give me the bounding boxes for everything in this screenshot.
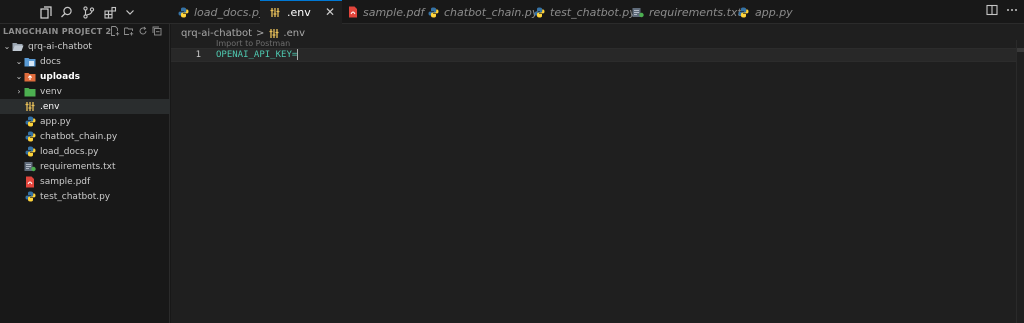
tab-label: requirements.txt	[649, 5, 742, 19]
tree-label: requirements.txt	[40, 161, 116, 172]
python-icon	[24, 146, 36, 158]
python-icon	[24, 191, 36, 203]
close-icon[interactable]: ✕	[324, 6, 336, 18]
tree-file-requirements[interactable]: requirements.txt	[0, 159, 170, 174]
tab-sample-pdf[interactable]: sample.pdf	[342, 0, 424, 24]
editor-pane[interactable]: qrq-ai-chatbot > .env Import to Postman …	[171, 24, 1024, 323]
tab-app[interactable]: app.py	[734, 0, 794, 24]
pdf-icon	[24, 176, 36, 188]
vertical-scrollbar[interactable]	[1016, 40, 1024, 323]
code-line[interactable]: 1 OPENAI_API_KEY=	[171, 48, 1016, 62]
tree-label: chatbot_chain.py	[40, 131, 118, 142]
tree-label: load_docs.py	[40, 146, 99, 157]
folder-venv-icon	[24, 86, 36, 98]
tab-label: load_docs.py	[194, 5, 266, 19]
breadcrumb: qrq-ai-chatbot > .env	[181, 26, 305, 40]
tab-label: .env	[287, 6, 311, 19]
breadcrumb-file[interactable]: .env	[283, 28, 305, 39]
python-icon	[178, 5, 189, 19]
explorer-title[interactable]: LANGCHAIN PROJECT 2	[3, 27, 111, 36]
explorer-header: LANGCHAIN PROJECT 2	[0, 24, 170, 40]
explorer-icon[interactable]	[38, 4, 54, 20]
tree-label: uploads	[40, 71, 80, 82]
tree-file-chatbot-chain[interactable]: chatbot_chain.py	[0, 129, 170, 144]
explorer-sidebar: LANGCHAIN PROJECT 2 ⌄ qrq-ai-chatbot ⌄ d…	[0, 24, 170, 323]
python-icon	[24, 116, 36, 128]
tree-file-sample-pdf[interactable]: sample.pdf	[0, 174, 170, 189]
tab-test-chatbot[interactable]: test_chatbot.py	[530, 0, 636, 24]
split-editor-icon[interactable]	[986, 4, 1002, 20]
tab-requirements[interactable]: requirements.txt	[630, 0, 742, 24]
tab-chatbot-chain[interactable]: chatbot_chain.py	[424, 0, 538, 24]
line-number: 1	[195, 50, 201, 60]
tab-label: chatbot_chain.py	[444, 5, 539, 19]
tree-label: test_chatbot.py	[40, 191, 111, 202]
python-icon	[24, 131, 36, 143]
extensions-icon[interactable]	[102, 4, 118, 20]
tab-label: app.py	[755, 5, 793, 19]
breadcrumb-folder[interactable]: qrq-ai-chatbot	[181, 28, 252, 39]
tree-label: docs	[40, 56, 61, 67]
tree-file-load-docs[interactable]: load_docs.py	[0, 144, 170, 159]
tree-folder-docs[interactable]: ⌄ docs	[0, 54, 170, 69]
folder-uploads-icon	[24, 71, 36, 83]
tree-folder-qrq-ai-chatbot[interactable]: ⌄ qrq-ai-chatbot	[0, 39, 170, 54]
tree-label: sample.pdf	[40, 176, 91, 187]
chevron-down-icon: ⌄	[15, 72, 23, 81]
chevron-down-icon: ⌄	[15, 57, 23, 66]
tab-env[interactable]: .env ✕	[260, 0, 342, 24]
folder-docs-icon	[24, 56, 36, 68]
tree-folder-uploads[interactable]: ⌄ uploads	[0, 69, 170, 84]
more-actions-icon[interactable]	[1006, 4, 1022, 20]
activity-icons	[0, 0, 170, 24]
requirements-icon	[632, 5, 644, 19]
env-icon	[268, 27, 280, 39]
source-control-icon[interactable]	[80, 4, 96, 20]
chevron-down-icon: ⌄	[3, 42, 11, 51]
tree-label: app.py	[40, 116, 71, 127]
tab-bar: load_docs.py .env ✕ sample.pdf chatbot_c…	[0, 0, 1024, 24]
tree-file-app[interactable]: app.py	[0, 114, 170, 129]
tree-label: .env	[40, 101, 60, 112]
code-text[interactable]: OPENAI_API_KEY=	[216, 49, 299, 61]
tab-label: test_chatbot.py	[550, 5, 636, 19]
collapse-all-icon[interactable]	[152, 26, 162, 36]
breadcrumb-separator: >	[256, 27, 265, 39]
scrollbar-thumb[interactable]	[1017, 48, 1024, 52]
env-icon	[268, 6, 282, 20]
tree-label: venv	[40, 86, 62, 97]
new-folder-icon[interactable]	[124, 26, 134, 36]
refresh-icon[interactable]	[138, 26, 148, 36]
python-icon	[736, 5, 750, 19]
python-icon	[428, 5, 439, 19]
folder-open-icon	[12, 41, 24, 53]
env-icon	[24, 101, 36, 113]
requirements-icon	[24, 161, 36, 173]
tree-folder-venv[interactable]: › venv	[0, 84, 170, 99]
code-content: OPENAI_API_KEY=	[216, 50, 298, 60]
chevron-right-icon: ›	[17, 87, 21, 96]
search-icon[interactable]	[58, 4, 74, 20]
chevron-down-icon[interactable]	[122, 4, 138, 20]
new-file-icon[interactable]	[110, 26, 120, 36]
tree-file-env[interactable]: .env	[0, 99, 170, 114]
text-cursor	[297, 49, 299, 60]
tree-file-test-chatbot[interactable]: test_chatbot.py	[0, 189, 170, 204]
python-icon	[534, 5, 545, 19]
tab-load-docs[interactable]: load_docs.py	[172, 0, 266, 24]
tree-label: qrq-ai-chatbot	[28, 41, 92, 52]
tab-label: sample.pdf	[363, 5, 425, 19]
pdf-icon	[348, 5, 358, 19]
codelens-import-to-postman[interactable]: Import to Postman	[216, 39, 290, 48]
